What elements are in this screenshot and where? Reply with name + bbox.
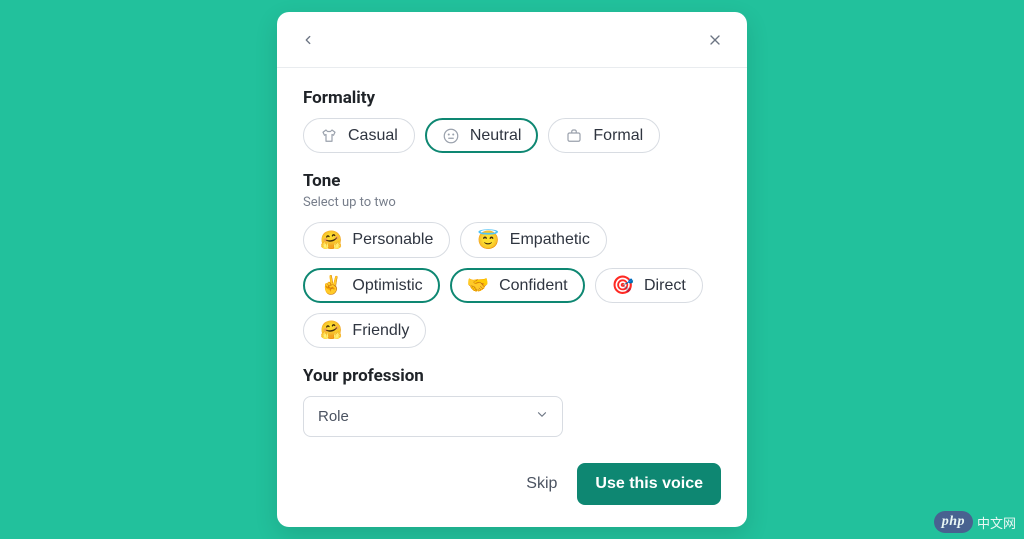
skip-button[interactable]: Skip bbox=[526, 475, 557, 493]
tone-title: Tone bbox=[303, 171, 721, 191]
chip-label: Casual bbox=[348, 126, 398, 145]
hug-icon: 🤗 bbox=[320, 321, 342, 339]
tone-chip-friendly[interactable]: 🤗 Friendly bbox=[303, 313, 426, 348]
hug-icon: 🤗 bbox=[320, 231, 342, 249]
chip-label: Optimistic bbox=[352, 276, 422, 295]
modal-footer: Skip Use this voice bbox=[277, 455, 747, 527]
formality-title: Formality bbox=[303, 88, 721, 108]
chip-label: Empathetic bbox=[510, 230, 590, 249]
modal-body: Formality Casual Neutral bbox=[277, 68, 747, 455]
close-icon bbox=[707, 32, 723, 51]
chip-label: Friendly bbox=[352, 321, 409, 340]
tone-chip-optimistic[interactable]: ✌️ Optimistic bbox=[303, 268, 440, 303]
tone-chip-confident[interactable]: 🤝 Confident bbox=[450, 268, 585, 303]
profession-select-wrap: Role bbox=[303, 396, 563, 437]
halo-icon: 😇 bbox=[477, 231, 499, 249]
tone-section: Tone Select up to two 🤗 Personable 😇 Emp… bbox=[303, 171, 721, 348]
chip-label: Formal bbox=[593, 126, 643, 145]
tone-chip-direct[interactable]: 🎯 Direct bbox=[595, 268, 703, 303]
tone-subtitle: Select up to two bbox=[303, 195, 721, 210]
back-button[interactable] bbox=[299, 31, 317, 52]
formality-chip-neutral[interactable]: Neutral bbox=[425, 118, 539, 153]
chevron-left-icon bbox=[301, 33, 315, 50]
chip-label: Direct bbox=[644, 276, 686, 295]
formality-options: Casual Neutral Formal bbox=[303, 118, 721, 153]
chip-label: Confident bbox=[499, 276, 568, 295]
profession-select[interactable]: Role bbox=[303, 396, 563, 437]
handshake-icon: 🤝 bbox=[467, 276, 489, 294]
chip-label: Neutral bbox=[470, 126, 522, 145]
briefcase-icon bbox=[565, 127, 583, 145]
watermark-text: 中文网 bbox=[977, 513, 1016, 532]
chip-label: Personable bbox=[352, 230, 433, 249]
tone-chip-empathetic[interactable]: 😇 Empathetic bbox=[460, 222, 606, 257]
formality-chip-casual[interactable]: Casual bbox=[303, 118, 415, 153]
voice-settings-modal: Formality Casual Neutral bbox=[277, 12, 747, 527]
tone-chip-personable[interactable]: 🤗 Personable bbox=[303, 222, 450, 257]
neutral-face-icon bbox=[442, 127, 460, 145]
close-button[interactable] bbox=[705, 30, 725, 53]
php-badge: php bbox=[934, 511, 973, 533]
watermark: php 中文网 bbox=[934, 511, 1016, 533]
tone-options: 🤗 Personable 😇 Empathetic ✌️ Optimistic … bbox=[303, 222, 721, 348]
modal-header bbox=[277, 12, 747, 67]
use-voice-button[interactable]: Use this voice bbox=[577, 463, 721, 505]
formality-chip-formal[interactable]: Formal bbox=[548, 118, 660, 153]
victory-icon: ✌️ bbox=[320, 276, 342, 294]
tshirt-icon bbox=[320, 127, 338, 145]
formality-section: Formality Casual Neutral bbox=[303, 88, 721, 153]
profession-title: Your profession bbox=[303, 366, 721, 386]
target-icon: 🎯 bbox=[612, 276, 634, 294]
profession-section: Your profession Role bbox=[303, 366, 721, 437]
profession-placeholder: Role bbox=[318, 408, 349, 425]
